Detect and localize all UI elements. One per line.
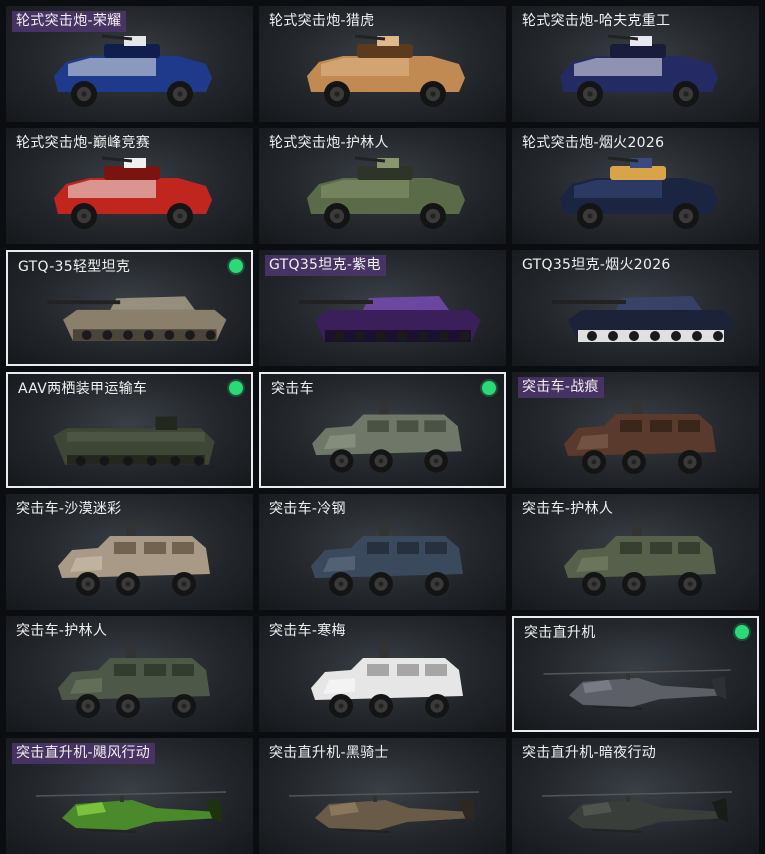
vehicle-name: 轮式突击炮-护林人: [269, 135, 389, 151]
vehicle-card[interactable]: 轮式突击炮-荣耀: [6, 6, 253, 122]
vehicle-card[interactable]: GTQ35坦克-烟火2026: [512, 250, 759, 366]
vehicle-card[interactable]: 轮式突击炮-猎虎: [259, 6, 506, 122]
vehicle-skin-grid: 轮式突击炮-荣耀 轮式突击炮-猎虎 轮式突击炮-哈夫克重工轮式突击炮-巅峰竞赛 轮式突…: [0, 0, 765, 854]
owned-indicator-icon: [482, 381, 496, 395]
owned-indicator-icon: [735, 625, 749, 639]
vehicle-card[interactable]: 突击车: [259, 372, 506, 488]
vehicle-name: AAV两栖装甲运输车: [18, 381, 148, 397]
vehicle-card[interactable]: 突击车-战痕: [512, 372, 759, 488]
vehicle-name: 轮式突击炮-巅峰竞赛: [16, 135, 151, 151]
vehicle-card[interactable]: GTQ-35轻型坦克: [6, 250, 253, 366]
vehicle-card[interactable]: 突击直升机: [512, 616, 759, 732]
owned-indicator-icon: [229, 381, 243, 395]
vehicle-name: 轮式突击炮-烟火2026: [522, 135, 665, 151]
vehicle-name: 突击直升机-黑骑士: [269, 745, 389, 761]
vehicle-card[interactable]: AAV两栖装甲运输车: [6, 372, 253, 488]
vehicle-card[interactable]: 轮式突击炮-护林人: [259, 128, 506, 244]
vehicle-card[interactable]: 轮式突击炮-哈夫克重工: [512, 6, 759, 122]
vehicle-card[interactable]: 突击直升机-暗夜行动: [512, 738, 759, 854]
vehicle-name: 轮式突击炮-哈夫克重工: [522, 13, 671, 29]
vehicle-card[interactable]: 突击直升机-黑骑士: [259, 738, 506, 854]
vehicle-card[interactable]: GTQ35坦克-紫电: [259, 250, 506, 366]
vehicle-name: 突击车: [271, 381, 314, 397]
vehicle-name: GTQ-35轻型坦克: [18, 259, 131, 275]
vehicle-name: 轮式突击炮-猎虎: [269, 13, 375, 29]
vehicle-name: 突击车-沙漠迷彩: [16, 501, 122, 517]
vehicle-name: 突击车-冷钢: [269, 501, 346, 517]
vehicle-card[interactable]: 轮式突击炮-巅峰竞赛: [6, 128, 253, 244]
vehicle-name: 轮式突击炮-荣耀: [12, 11, 127, 32]
vehicle-name: 突击车-护林人: [16, 623, 108, 639]
vehicle-name: 突击直升机: [524, 625, 596, 641]
owned-indicator-icon: [229, 259, 243, 273]
vehicle-name: 突击车-战痕: [518, 377, 604, 398]
vehicle-name: 突击直升机-飓风行动: [12, 743, 156, 764]
vehicle-name: GTQ35坦克-紫电: [265, 255, 386, 276]
vehicle-card[interactable]: 突击车-护林人: [512, 494, 759, 610]
vehicle-card[interactable]: 突击车-沙漠迷彩: [6, 494, 253, 610]
vehicle-card[interactable]: 突击车-寒梅: [259, 616, 506, 732]
vehicle-card[interactable]: 轮式突击炮-烟火2026: [512, 128, 759, 244]
vehicle-name: 突击直升机-暗夜行动: [522, 745, 657, 761]
vehicle-name: 突击车-护林人: [522, 501, 614, 517]
vehicle-card[interactable]: 突击车-护林人: [6, 616, 253, 732]
vehicle-name: GTQ35坦克-烟火2026: [522, 257, 671, 273]
vehicle-card[interactable]: 突击直升机-飓风行动: [6, 738, 253, 854]
vehicle-name: 突击车-寒梅: [269, 623, 346, 639]
vehicle-card[interactable]: 突击车-冷钢: [259, 494, 506, 610]
